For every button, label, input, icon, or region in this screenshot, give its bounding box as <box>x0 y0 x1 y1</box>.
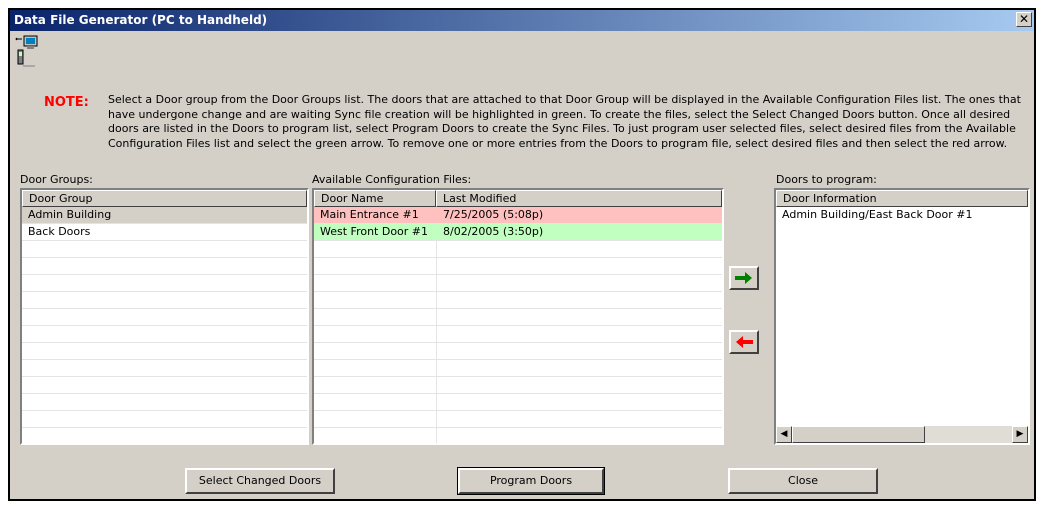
empty-row <box>314 326 722 343</box>
close-button[interactable]: Close <box>728 468 878 494</box>
close-icon: ✕ <box>1018 12 1030 26</box>
config-files-list[interactable]: Door Name Last Modified Main Entrance #1… <box>312 188 724 445</box>
scroll-right-button[interactable]: ▶ <box>1012 426 1028 443</box>
empty-row <box>22 343 307 360</box>
column-header-door-information[interactable]: Door Information <box>776 190 1028 207</box>
list-item[interactable]: Admin Building/East Back Door #1 <box>776 207 1028 224</box>
select-changed-doors-button[interactable]: Select Changed Doors <box>185 468 335 494</box>
config-files-label: Available Configuration Files: <box>312 173 472 186</box>
last-modified-cell: 7/25/2005 (5:08p) <box>443 208 544 221</box>
empty-row <box>314 411 722 428</box>
title-bar[interactable]: Data File Generator (PC to Handheld) ✕ <box>10 10 1034 31</box>
list-item[interactable]: Admin Building <box>22 207 307 224</box>
green-right-arrow-icon <box>735 272 752 284</box>
doors-to-program-list[interactable]: Door Information Admin Building/East Bac… <box>774 188 1030 445</box>
remove-from-program-button[interactable] <box>729 330 759 354</box>
empty-row <box>22 411 307 428</box>
doors-to-program-label: Doors to program: <box>776 173 877 186</box>
scrollbar-thumb[interactable] <box>792 426 925 443</box>
empty-row <box>22 360 307 377</box>
note-text: Select a Door group from the Door Groups… <box>108 93 1021 150</box>
column-header-door-name[interactable]: Door Name <box>314 190 436 207</box>
column-header-door-group[interactable]: Door Group <box>22 190 307 207</box>
empty-row <box>22 292 307 309</box>
empty-row <box>314 377 722 394</box>
horizontal-scrollbar[interactable]: ◀ ▶ <box>776 426 1028 443</box>
table-row[interactable]: West Front Door #1 8/02/2005 (3:50p) <box>314 224 722 241</box>
empty-row <box>314 343 722 360</box>
door-name-cell: Main Entrance #1 <box>320 208 419 221</box>
scroll-left-button[interactable]: ◀ <box>776 426 792 443</box>
table-row[interactable]: Main Entrance #1 7/25/2005 (5:08p) <box>314 207 722 224</box>
column-header-last-modified[interactable]: Last Modified <box>436 190 722 207</box>
program-doors-button[interactable]: Program Doors <box>457 467 605 495</box>
empty-row <box>314 292 722 309</box>
empty-row <box>22 258 307 275</box>
list-item[interactable]: Back Doors <box>22 224 307 241</box>
door-group-name: Back Doors <box>28 225 91 238</box>
close-window-button[interactable]: ✕ <box>1016 12 1032 27</box>
empty-row <box>314 394 722 411</box>
empty-row <box>22 326 307 343</box>
door-groups-list[interactable]: Door Group Admin Building Back Doors <box>20 188 309 445</box>
empty-row <box>22 309 307 326</box>
empty-row <box>22 377 307 394</box>
note-label: NOTE: <box>44 95 89 110</box>
empty-row <box>22 241 307 258</box>
last-modified-cell: 8/02/2005 (3:50p) <box>443 225 544 238</box>
red-left-arrow-icon <box>736 336 753 348</box>
pc-to-handheld-icon <box>15 35 38 67</box>
add-to-program-button[interactable] <box>729 266 759 290</box>
empty-row <box>314 275 722 292</box>
window-title: Data File Generator (PC to Handheld) <box>14 13 268 27</box>
empty-row <box>22 275 307 292</box>
empty-row <box>22 394 307 411</box>
empty-row <box>314 258 722 275</box>
door-information-cell: Admin Building/East Back Door #1 <box>782 208 973 221</box>
door-group-name: Admin Building <box>28 208 112 221</box>
door-groups-label: Door Groups: <box>20 173 93 186</box>
door-name-cell: West Front Door #1 <box>320 225 429 238</box>
empty-row <box>314 309 722 326</box>
dialog-window: Data File Generator (PC to Handheld) ✕ N… <box>8 8 1036 501</box>
empty-row <box>314 360 722 377</box>
empty-row <box>314 241 722 258</box>
